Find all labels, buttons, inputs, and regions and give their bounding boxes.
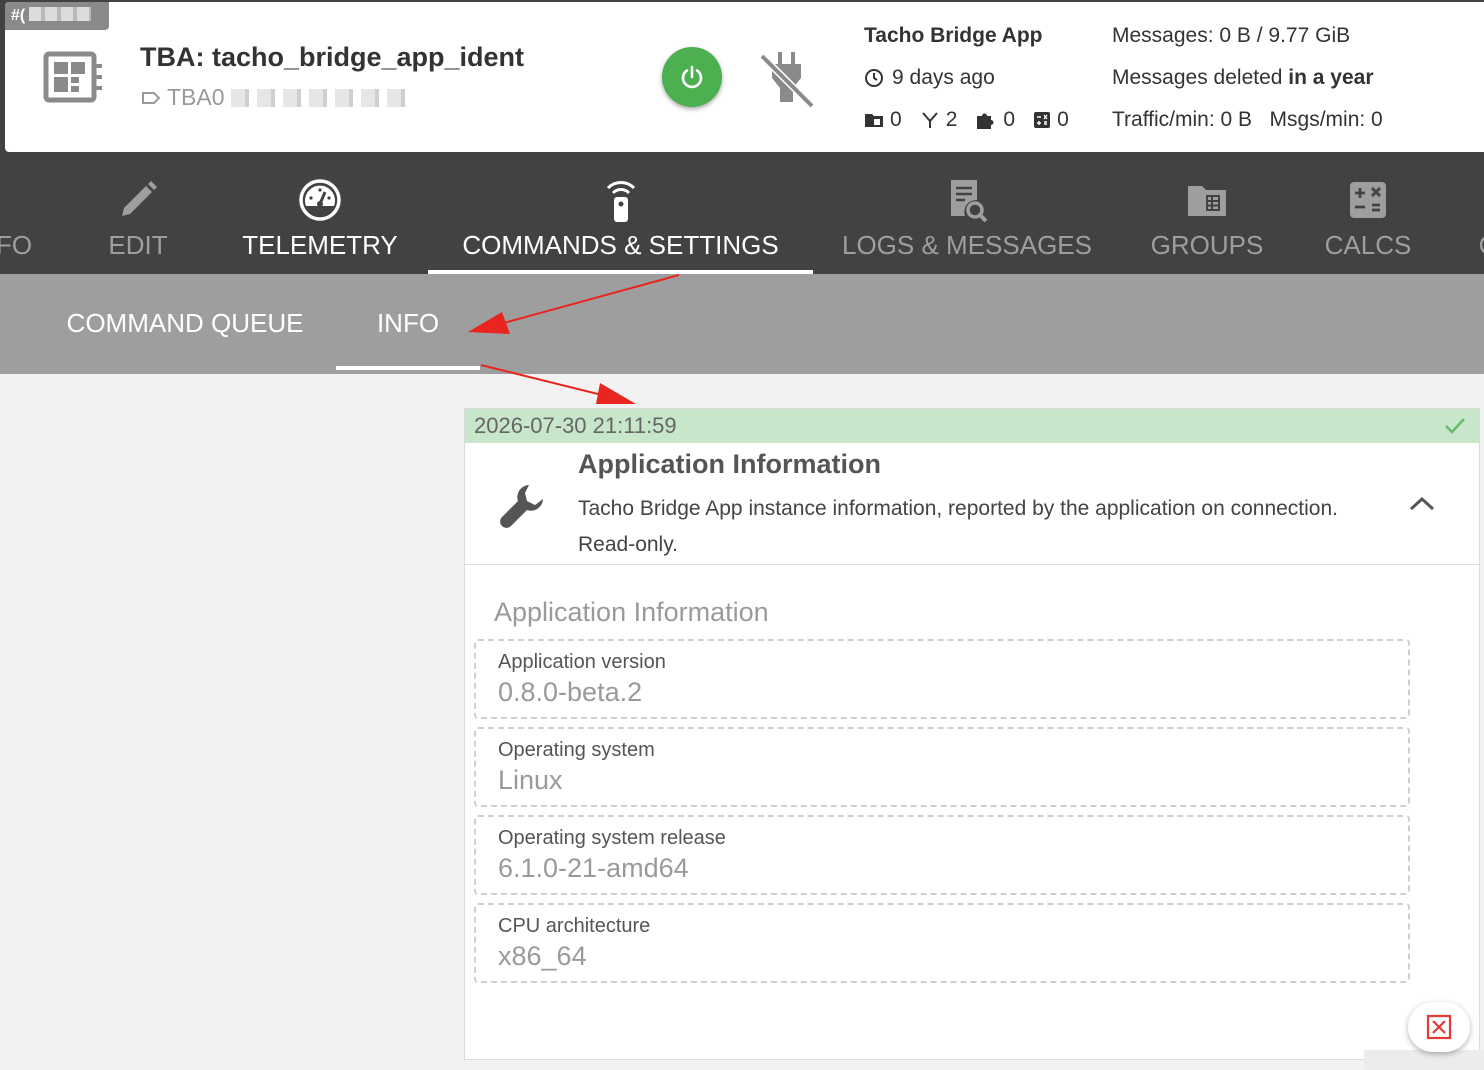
field-value: Linux [498,765,563,795]
tab-overflow-label: C [1468,230,1484,261]
tab-info[interactable]: FO [0,152,52,274]
device-icon [43,51,102,103]
app-name: Tacho Bridge App [864,24,1043,47]
section-title: Application Information [494,597,769,627]
calculator-icon [1350,182,1386,218]
messages-size: Messages: 0 B / 9.77 GiB [1112,24,1351,47]
device-id-chip: #( [5,2,109,30]
traffic-stats: Traffic/min: 0 B Msgs/min: 0 [1112,108,1383,131]
counter-calcs[interactable]: 0 [1033,108,1069,132]
tab-edit[interactable]: EDIT [96,152,180,274]
counters-row: 0 2 0 0 [864,108,1087,132]
tab-groups[interactable]: GROUPS [1138,152,1276,274]
field-os-release: Operating system release 6.1.0-21-amd64 [474,815,1410,895]
card-header[interactable]: Application Information Tacho Bridge App… [465,443,1479,565]
tab-commands-settings[interactable]: COMMANDS & SETTINGS [428,152,813,274]
chevron-up-icon[interactable] [1407,491,1437,515]
tab-telemetry[interactable]: TELEMETRY [228,152,412,274]
counter-forks-value: 2 [945,108,958,131]
counter-plugins-value: 0 [1003,108,1016,131]
disconnected-plug-icon[interactable] [758,48,816,108]
field-label: Operating system release [498,827,726,849]
tab-command-queue[interactable]: COMMAND QUEUE [40,274,330,374]
device-ident: TBA0 [167,84,225,110]
device-id-text: #( [11,7,26,24]
last-seen: 9 days ago [864,66,995,90]
last-seen-text: 9 days ago [892,66,995,89]
arrow-head-card [596,383,636,404]
corner-shade [1364,1050,1484,1070]
field-label: Operating system [498,739,655,761]
remote-icon [606,181,635,222]
counter-folders-value: 0 [890,108,902,131]
power-button[interactable] [662,47,722,107]
redacted-id [29,7,92,21]
wrench-icon [500,485,543,528]
tab-info-label: FO [0,230,33,260]
sub-tabs: COMMAND QUEUE INFO [0,274,1484,374]
tab-commands-settings-label: COMMANDS & SETTINGS [462,230,779,260]
tab-info-sub[interactable]: INFO [336,274,480,374]
tab-info-sub-label: INFO [376,308,440,338]
check-icon [1445,418,1465,434]
counter-calcs-value: 0 [1057,108,1069,131]
field-value: 0.8.0-beta.2 [498,677,643,707]
gauge-icon [299,179,341,221]
clock-icon [865,69,883,87]
tab-overflow[interactable]: C [1468,152,1484,274]
field-value: 6.1.0-21-amd64 [498,853,689,883]
tab-calcs[interactable]: CALCS [1312,152,1424,274]
fork-icon [921,112,938,128]
card-description: Tacho Bridge App instance information, r… [578,497,1338,556]
counter-plugins[interactable]: 0 [975,108,1015,132]
folder-grid-icon [1188,186,1226,216]
puzzle-icon [977,113,994,129]
field-application-version: Application version 0.8.0-beta.2 [474,639,1410,719]
card-status-bar: 2026-07-30 21:11:59 [465,409,1479,443]
card-timestamp: 2026-07-30 21:11:59 [474,413,677,438]
calculator-icon [1034,112,1051,128]
field-cpu-architecture: CPU architecture x86_64 [474,903,1410,983]
power-icon [681,65,703,89]
counter-forks[interactable]: 2 [920,108,958,132]
close-icon [1426,1014,1452,1040]
field-operating-system: Operating system Linux [474,727,1410,807]
device-title: TBA: tacho_bridge_app_ident [140,42,525,72]
tab-groups-label: GROUPS [1150,230,1264,260]
tab-edit-label: EDIT [108,230,168,260]
counter-folders[interactable]: 0 [864,108,902,132]
card-title: Application Information [578,449,881,479]
tab-command-queue-label: COMMAND QUEUE [66,308,304,338]
field-label: CPU architecture [498,915,651,937]
messages-deleted-prefix: Messages deleted [1112,66,1289,89]
close-button[interactable] [1408,1002,1470,1052]
device-ident-row: TBA0 [141,84,411,111]
field-label: Application version [498,651,666,673]
field-value: x86_64 [498,941,587,971]
pencil-icon [122,181,157,216]
tab-logs-messages[interactable]: LOGS & MESSAGES [840,152,1094,274]
active-subtab-indicator [336,366,480,370]
tab-calcs-label: CALCS [1324,230,1412,260]
folder-icon [865,114,883,127]
tag-icon [142,91,161,104]
tab-telemetry-label: TELEMETRY [242,230,398,260]
main-tabs: FO EDIT TELEMETRY COMMANDS & SETTINGS LO… [0,152,1484,274]
tab-logs-messages-label: LOGS & MESSAGES [842,230,1092,260]
messages-deleted: Messages deleted in a year [1112,66,1374,90]
log-search-icon [951,180,988,222]
messages-deleted-period: in a year [1288,66,1374,89]
app-info-card: 2026-07-30 21:11:59 Application Informat… [464,408,1480,1060]
redacted-ident [230,88,411,107]
